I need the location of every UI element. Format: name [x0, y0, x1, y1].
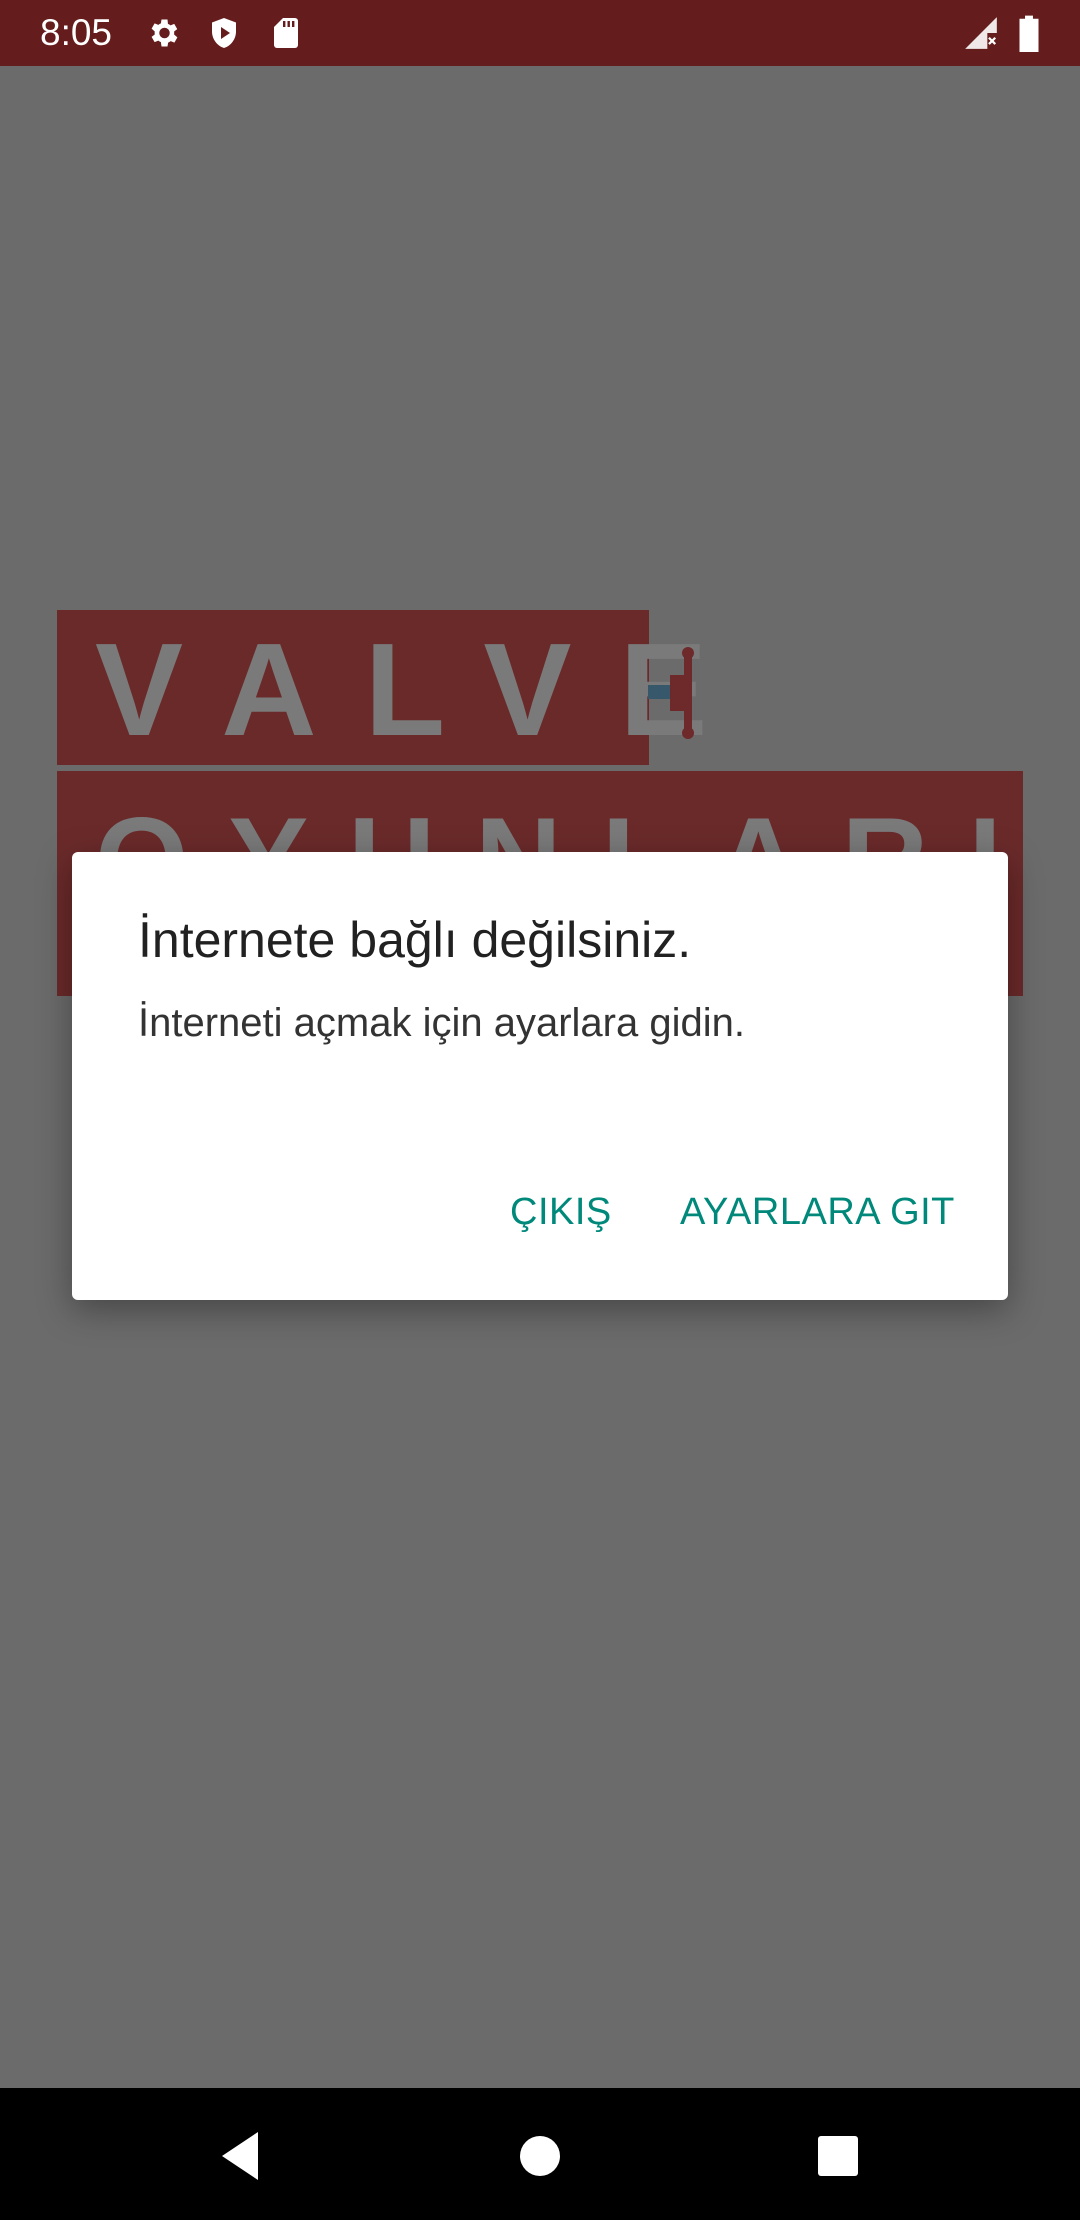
shield-play-icon [212, 18, 236, 48]
go-to-settings-button[interactable]: AYARLARA GIT [680, 1182, 955, 1242]
signal-off-icon [965, 17, 997, 49]
dialog-title: İnternete bağlı değilsiniz. [138, 912, 692, 968]
home-icon[interactable] [510, 2128, 570, 2184]
exit-button[interactable]: ÇIKIŞ [510, 1182, 612, 1242]
logo-text-oyunlari: OYUNLARI [95, 800, 995, 860]
no-internet-dialog: İnternete bağlı değilsiniz. İnterneti aç… [72, 852, 1008, 1300]
sd-card-icon [274, 18, 298, 48]
back-icon[interactable] [210, 2128, 270, 2184]
navigation-bar [0, 2088, 1080, 2220]
battery-icon [1019, 15, 1039, 52]
dialog-message: İnterneti açmak için ayarlara gidin. [138, 1001, 745, 1045]
valve-icon [648, 647, 694, 739]
recents-icon[interactable] [808, 2128, 868, 2184]
gear-icon [151, 19, 178, 47]
status-time: 8:05 [40, 12, 113, 53]
status-bar: 8:05 [0, 0, 1080, 66]
